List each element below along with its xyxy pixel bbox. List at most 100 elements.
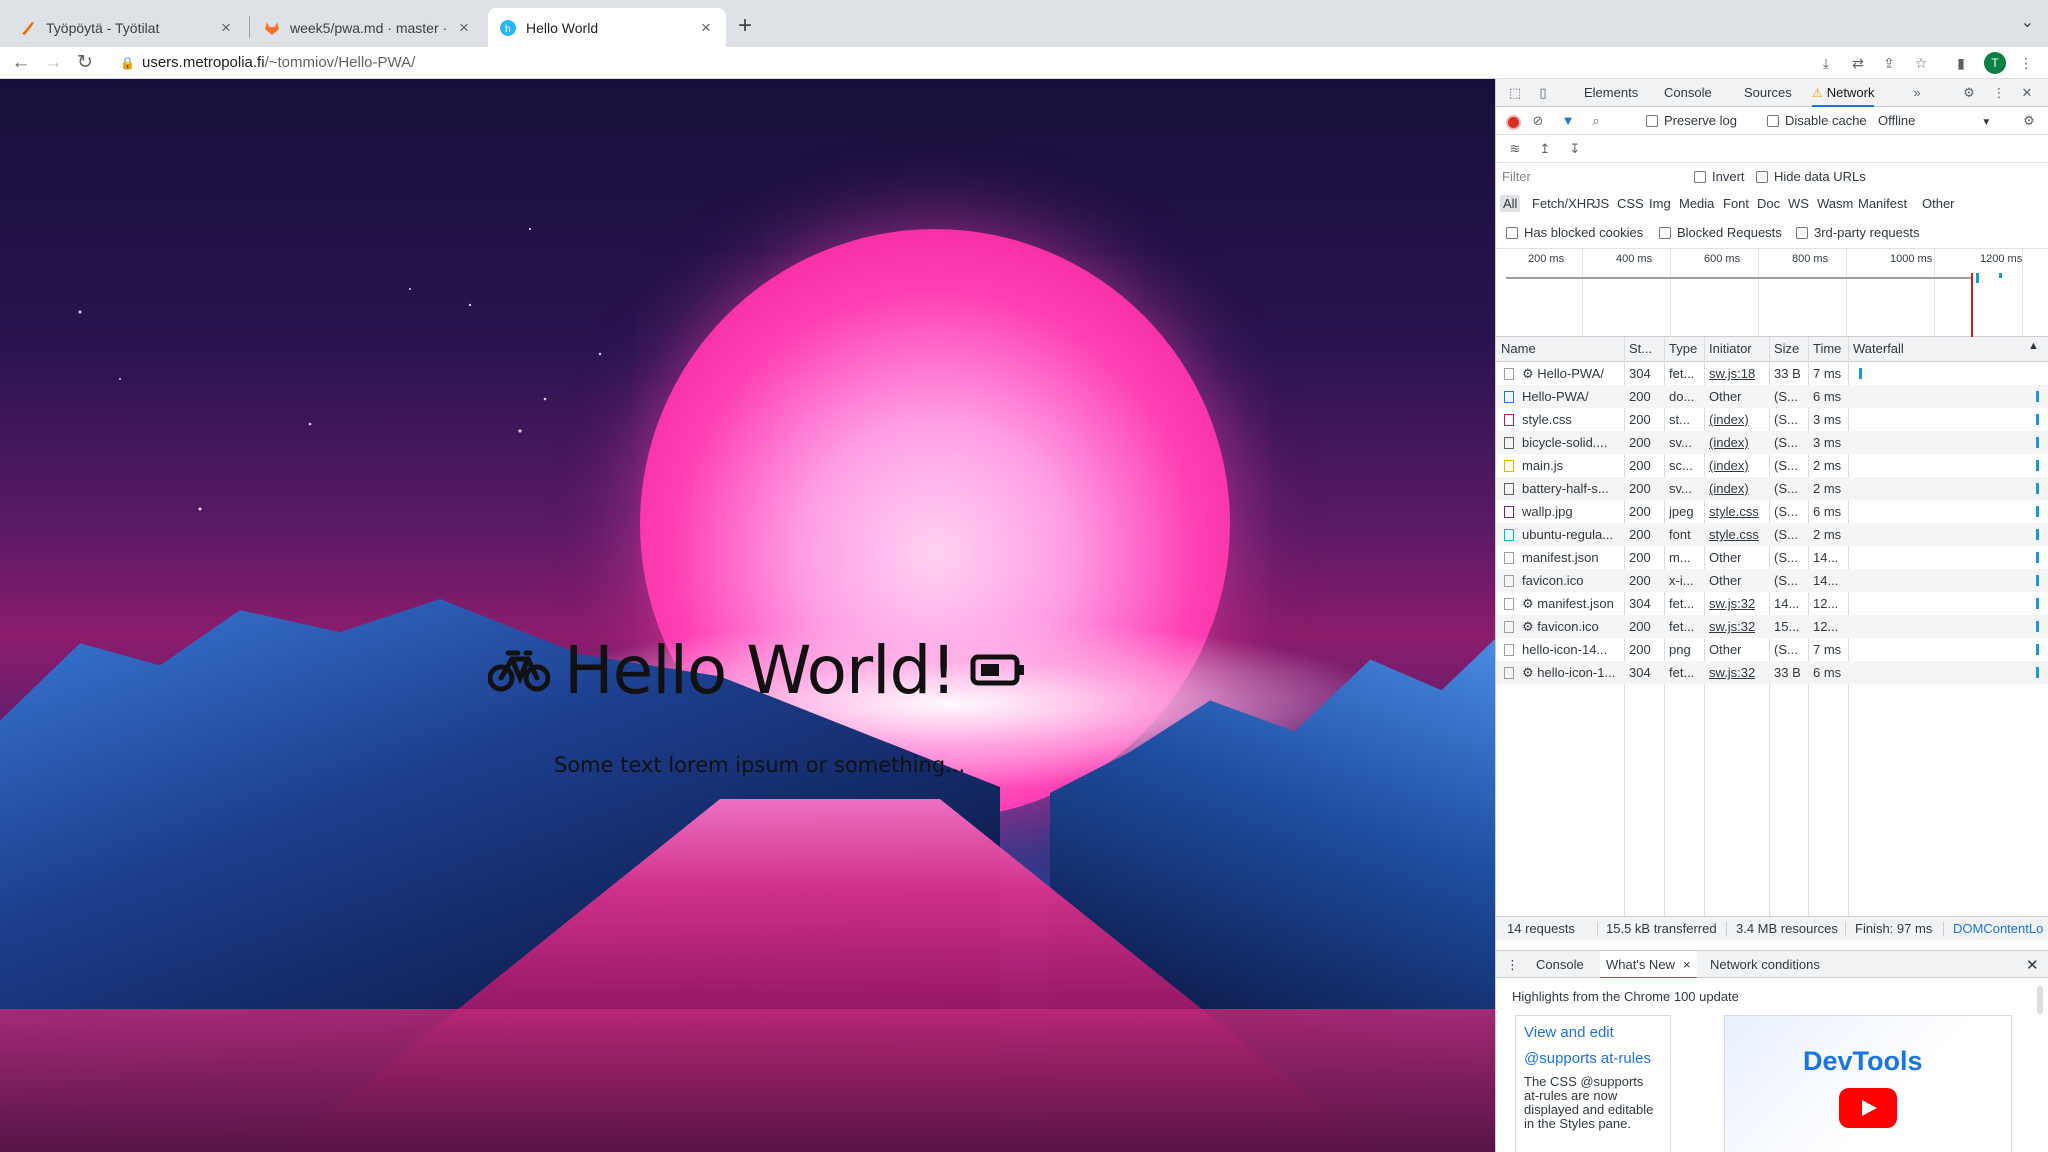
search-icon[interactable]: ⌕: [1587, 112, 1605, 130]
tab-tyotilat[interactable]: Työpöytä - Työtilat ×: [8, 8, 246, 47]
cell-initiator[interactable]: (index): [1709, 431, 1749, 454]
clear-icon[interactable]: ⊘: [1529, 112, 1547, 130]
tab-sources[interactable]: Sources: [1744, 79, 1792, 107]
drawer-tab-network-conditions[interactable]: Network conditions: [1710, 957, 1820, 972]
youtube-play-icon[interactable]: [1839, 1088, 1897, 1128]
close-drawer-icon[interactable]: ✕: [2026, 956, 2039, 974]
sort-asc-icon[interactable]: ▲: [2028, 340, 2039, 352]
third-party-checkbox[interactable]: 3rd-party requests: [1796, 225, 1920, 240]
type-filter-other[interactable]: Other: [1919, 195, 1958, 212]
tab-gitlab[interactable]: week5/pwa.md · master · ilkkamtk ×: [252, 8, 484, 47]
timeline-overview[interactable]: 200 ms 400 ms 600 ms 800 ms 1000 ms 1200…: [1496, 249, 2048, 337]
table-row[interactable]: ⚙ Hello-PWA/304 fet... sw.js:18 33 B 7 ms: [1496, 362, 2048, 385]
type-filter-fetch[interactable]: Fetch/XHR: [1529, 195, 1599, 212]
kebab-menu-icon[interactable]: ⋮: [2016, 53, 2036, 73]
close-icon[interactable]: ×: [218, 18, 234, 38]
table-row[interactable]: style.css 200 st... (index) (S... 3 ms: [1496, 408, 2048, 431]
side-panel-icon[interactable]: ▮: [1951, 53, 1971, 73]
table-row[interactable]: ⚙ favicon.ico 200 fet... sw.js:32 15... 12...: [1496, 615, 2048, 638]
reload-icon[interactable]: ↻: [72, 50, 98, 76]
type-filter-ws[interactable]: WS: [1785, 195, 1812, 212]
install-app-icon[interactable]: ⤓: [1816, 53, 1836, 73]
drawer-tab-whats-new[interactable]: What's New ×: [1600, 951, 1697, 979]
disable-cache-checkbox[interactable]: Disable cache: [1767, 113, 1867, 128]
col-waterfall[interactable]: Waterfall: [1853, 341, 1904, 356]
table-row[interactable]: manifest.json 200 m... Other (S... 14...: [1496, 546, 2048, 569]
filter-icon[interactable]: ▼: [1559, 112, 1577, 130]
kebab-menu-icon[interactable]: ⋮: [1990, 84, 2008, 102]
col-type[interactable]: Type: [1669, 341, 1697, 356]
col-status[interactable]: St...: [1629, 341, 1652, 356]
filter-input[interactable]: Filter: [1500, 167, 1678, 187]
settings-gear-icon[interactable]: ⚙: [1960, 84, 1978, 102]
tab-hello-world[interactable]: h Hello World ×: [488, 8, 726, 47]
type-filter-wasm[interactable]: Wasm: [1814, 195, 1856, 212]
tab-elements[interactable]: Elements: [1584, 79, 1638, 107]
card-title-2[interactable]: @supports at-rules: [1524, 1049, 1662, 1069]
type-filter-doc[interactable]: Doc: [1754, 195, 1783, 212]
tab-console[interactable]: Console: [1664, 79, 1712, 107]
hide-data-urls-checkbox[interactable]: Hide data URLs: [1756, 169, 1866, 184]
card-title[interactable]: View and edit: [1524, 1023, 1662, 1043]
drawer-tab-console[interactable]: Console: [1536, 957, 1584, 972]
table-row[interactable]: wallp.jpg 200 jpeg style.css (S... 6 ms: [1496, 500, 2048, 523]
cell-initiator[interactable]: (index): [1709, 477, 1749, 500]
col-time[interactable]: Time: [1813, 341, 1847, 356]
table-row[interactable]: ubuntu-regula... 200 font style.css (S... 2 m…: [1496, 523, 2048, 546]
network-conditions-icon[interactable]: ≋: [1506, 140, 1524, 158]
cell-initiator[interactable]: sw.js:32: [1709, 592, 1755, 615]
record-icon[interactable]: [1506, 115, 1521, 130]
blocked-requests-checkbox[interactable]: Blocked Requests: [1659, 225, 1782, 240]
translate-icon[interactable]: ⇄: [1848, 53, 1868, 73]
cell-initiator[interactable]: sw.js:18: [1709, 362, 1755, 385]
preserve-log-checkbox[interactable]: Preserve log: [1646, 113, 1737, 128]
scrollbar[interactable]: [2037, 986, 2043, 1014]
close-icon[interactable]: ×: [698, 18, 714, 38]
col-size[interactable]: Size: [1774, 341, 1799, 356]
cell-initiator[interactable]: style.css: [1709, 500, 1759, 523]
drawer-menu-icon[interactable]: ⋮: [1506, 957, 1519, 973]
cell-initiator[interactable]: sw.js:32: [1709, 661, 1755, 684]
feature-card[interactable]: View and edit @supports at-rules The CSS…: [1515, 1015, 1671, 1152]
tab-search-icon[interactable]: ⌄: [2021, 12, 2034, 32]
throttling-select[interactable]: Offline ▼: [1878, 113, 1991, 128]
share-icon[interactable]: ⇪: [1879, 53, 1899, 73]
device-toolbar-icon[interactable]: ▯: [1534, 84, 1552, 102]
col-name[interactable]: Name: [1501, 341, 1536, 356]
export-har-icon[interactable]: ↧: [1566, 140, 1584, 158]
devtools-video-thumbnail[interactable]: DevTools: [1724, 1015, 2012, 1152]
forward-icon[interactable]: →: [40, 50, 66, 76]
invert-checkbox[interactable]: Invert: [1694, 169, 1745, 184]
type-filter-all[interactable]: All: [1500, 195, 1521, 212]
type-filter-js[interactable]: JS: [1591, 195, 1612, 212]
tab-network[interactable]: ⚠ Network: [1812, 79, 1875, 107]
type-filter-media[interactable]: Media: [1676, 195, 1717, 212]
inspect-element-icon[interactable]: ⬚: [1506, 84, 1524, 102]
cell-initiator[interactable]: (index): [1709, 454, 1749, 477]
cell-initiator[interactable]: (index): [1709, 408, 1749, 431]
network-settings-icon[interactable]: ⚙: [2020, 112, 2038, 130]
type-filter-css[interactable]: CSS: [1614, 195, 1647, 212]
col-initiator[interactable]: Initiator: [1709, 341, 1752, 356]
close-devtools-icon[interactable]: ✕: [2018, 84, 2036, 102]
cell-initiator[interactable]: sw.js:32: [1709, 615, 1755, 638]
more-tabs-icon[interactable]: »: [1908, 84, 1926, 102]
table-row[interactable]: favicon.ico 200 x-i... Other (S... 14...: [1496, 569, 2048, 592]
table-row[interactable]: battery-half-s... 200 sv... (index) (S... 2 m…: [1496, 477, 2048, 500]
close-icon[interactable]: ×: [456, 18, 472, 38]
address-bar[interactable]: 🔒 users.metropolia.fi/~tommiov/Hello-PWA…: [110, 49, 1790, 77]
table-row[interactable]: bicycle-solid.... 200 sv... (index) (S... 3 m…: [1496, 431, 2048, 454]
table-row[interactable]: hello-icon-14... 200 png Other (S... 7 ms: [1496, 638, 2048, 661]
type-filter-font[interactable]: Font: [1720, 195, 1752, 212]
has-blocked-cookies-checkbox[interactable]: Has blocked cookies: [1506, 225, 1643, 240]
table-row[interactable]: Hello-PWA/200 do... Other (S... 6 ms: [1496, 385, 2048, 408]
back-icon[interactable]: ←: [8, 50, 34, 76]
avatar[interactable]: T: [1984, 52, 2006, 74]
type-filter-manifest[interactable]: Manifest: [1855, 195, 1910, 212]
table-row[interactable]: ⚙ hello-icon-1... 304 fet... sw.js:32 33 B 6 …: [1496, 661, 2048, 684]
cell-initiator[interactable]: style.css: [1709, 523, 1759, 546]
table-row[interactable]: main.js 200 sc... (index) (S... 2 ms: [1496, 454, 2048, 477]
bookmark-star-icon[interactable]: ☆: [1911, 53, 1931, 73]
import-har-icon[interactable]: ↥: [1536, 140, 1554, 158]
new-tab-icon[interactable]: +: [738, 12, 752, 40]
